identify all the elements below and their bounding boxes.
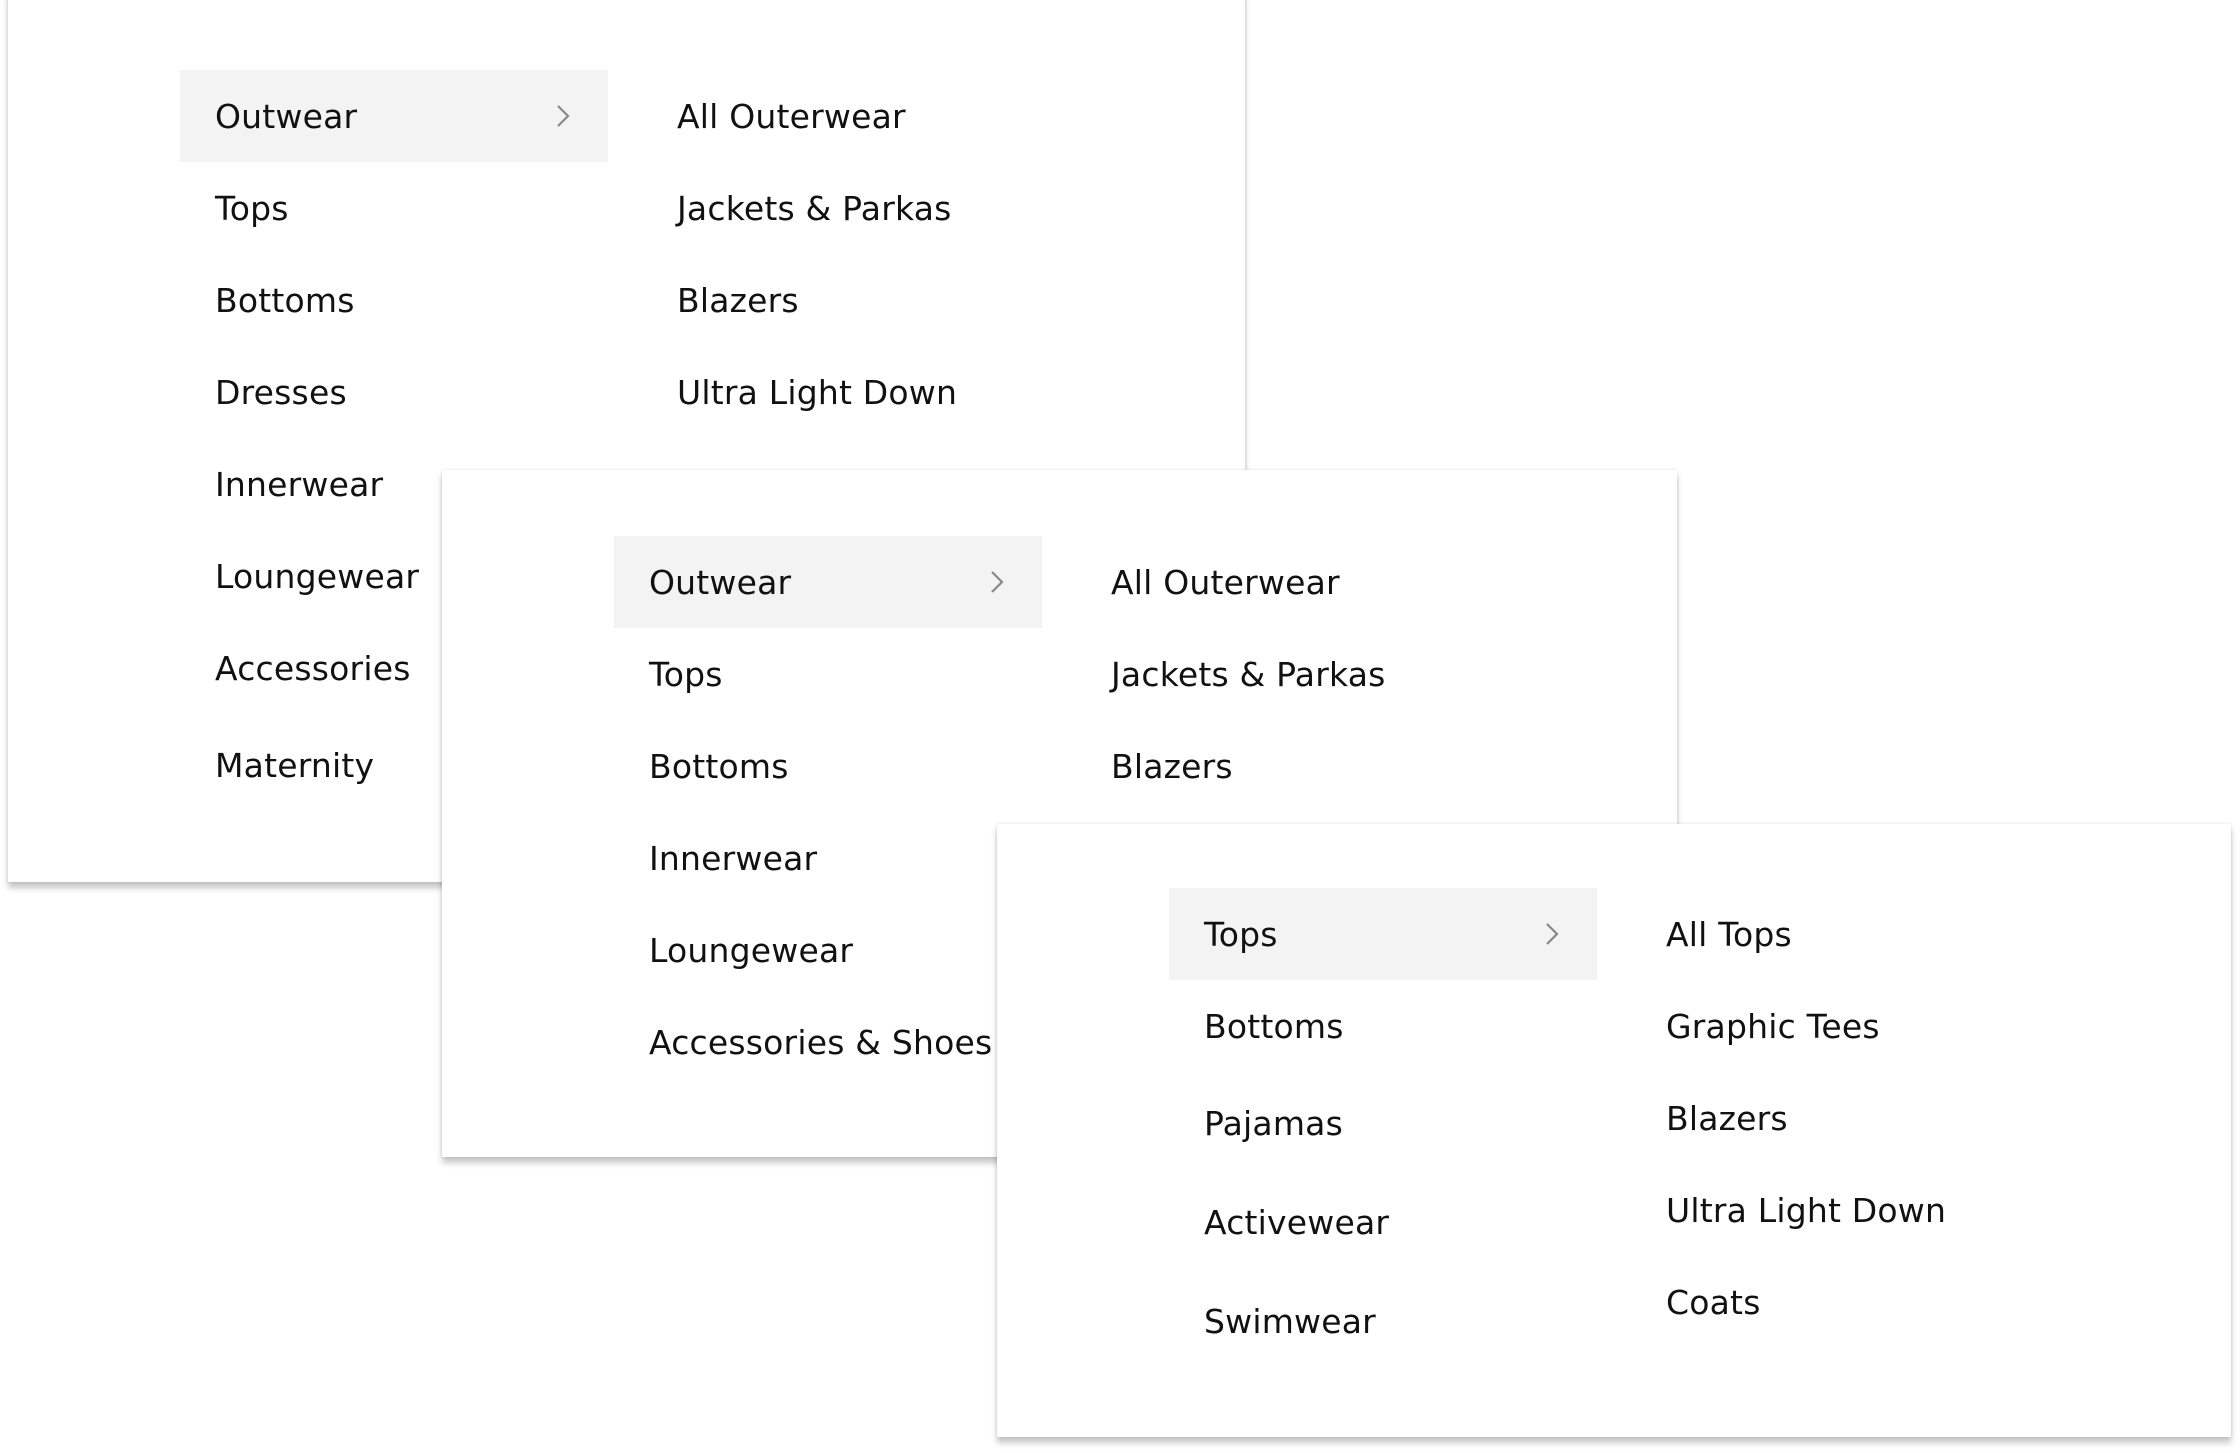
subcategory-link[interactable]: Ultra Light Down [1666,1164,1946,1256]
subcategory-link[interactable]: All Outerwear [677,70,906,162]
category-label: Innerwear [649,838,818,878]
category-item-dresses[interactable]: Dresses [180,346,608,438]
subcategory-link[interactable]: Coats [1666,1256,1761,1348]
category-label: Dresses [215,372,347,412]
mega-menu-3: Tops Bottoms Pajamas Activewear Swimwear… [997,824,2231,1437]
subcategory-link[interactable]: Blazers [677,254,799,346]
subcategory-link[interactable]: Jackets & Parkas [1111,628,1386,720]
category-item-innerwear[interactable]: Innerwear [614,812,1042,904]
category-item-swimwear[interactable]: Swimwear [1169,1275,1597,1367]
subcategory-link[interactable]: Blazers [1111,720,1233,812]
category-label: Activewear [1204,1202,1390,1242]
category-item-bottoms[interactable]: Bottoms [180,254,608,346]
category-label: Bottoms [649,746,789,786]
category-item-bottoms[interactable]: Bottoms [1169,980,1597,1072]
category-item-accessories-shoes[interactable]: Accessories & Shoes [614,996,1042,1088]
category-label: Accessories [215,648,411,688]
category-item-outwear[interactable]: Outwear [180,70,608,162]
category-label: Bottoms [1204,1006,1344,1046]
category-item-activewear[interactable]: Activewear [1169,1176,1597,1268]
chevron-right-icon [1546,923,1559,945]
chevron-right-icon [991,571,1004,593]
category-label: Bottoms [215,280,355,320]
subcategory-link[interactable]: All Tops [1666,888,1792,980]
category-item-outwear[interactable]: Outwear [614,536,1042,628]
chevron-right-icon [557,105,570,127]
category-label: Outwear [215,96,358,136]
category-item-tops[interactable]: Tops [1169,888,1597,980]
category-label: Tops [215,188,289,228]
category-label: Innerwear [215,464,384,504]
subcategory-link[interactable]: Jackets & Parkas [677,162,952,254]
category-label: Swimwear [1204,1301,1376,1341]
category-label: Loungewear [215,556,420,596]
category-item-pajamas[interactable]: Pajamas [1169,1077,1597,1169]
category-item-tops[interactable]: Tops [614,628,1042,720]
category-label: Tops [649,654,723,694]
category-label: Maternity [215,745,375,785]
category-label: Outwear [649,562,792,602]
category-label: Loungewear [649,930,854,970]
category-item-tops[interactable]: Tops [180,162,608,254]
category-item-loungewear[interactable]: Loungewear [614,904,1042,996]
subcategory-link[interactable]: Blazers [1666,1072,1788,1164]
subcategory-link[interactable]: All Outerwear [1111,536,1340,628]
category-item-bottoms[interactable]: Bottoms [614,720,1042,812]
subcategory-link[interactable]: Ultra Light Down [677,346,957,438]
category-label: Tops [1204,914,1278,954]
category-label: Accessories & Shoes [649,1022,993,1062]
category-label: Pajamas [1204,1103,1343,1143]
subcategory-link[interactable]: Graphic Tees [1666,980,1880,1072]
